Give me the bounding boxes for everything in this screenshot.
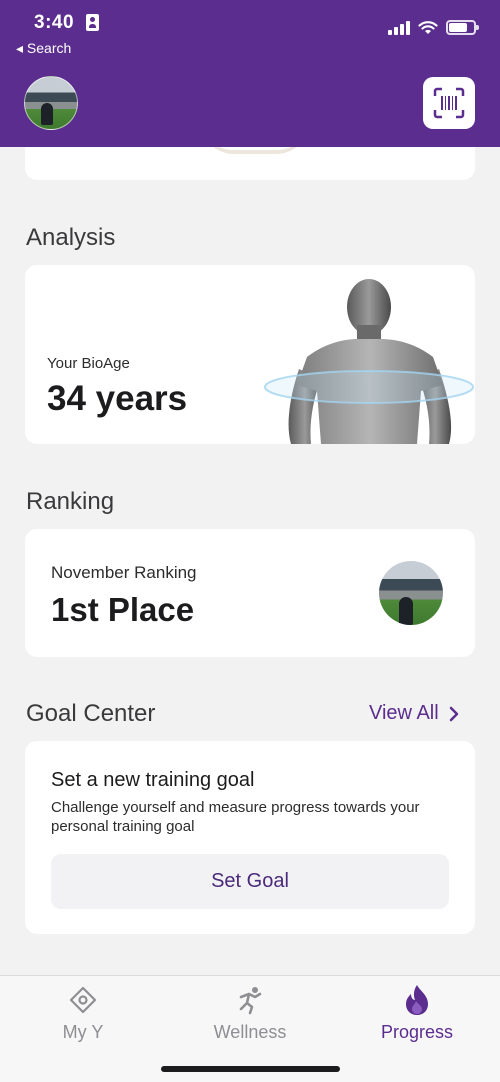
view-all-link[interactable]: View All bbox=[369, 702, 459, 725]
battery-icon bbox=[446, 20, 479, 35]
tab-progress[interactable]: Progress bbox=[334, 984, 500, 1043]
tab-wellness[interactable]: Wellness bbox=[167, 984, 333, 1043]
goal-card: Set a new training goal Challenge yourse… bbox=[25, 741, 475, 934]
runner-icon bbox=[239, 987, 262, 1015]
set-goal-button[interactable]: Set Goal bbox=[51, 854, 449, 909]
cellular-signal-icon bbox=[388, 20, 410, 35]
location-diamond-icon bbox=[69, 986, 97, 1014]
flame-icon bbox=[406, 985, 428, 1015]
goal-card-title: Set a new training goal bbox=[51, 769, 255, 791]
ranking-avatar bbox=[379, 561, 443, 625]
ranking-section-title: Ranking bbox=[26, 488, 115, 515]
analysis-section-title: Analysis bbox=[26, 224, 116, 251]
bioage-value: 34 years bbox=[47, 379, 188, 418]
view-all-label: View All bbox=[369, 702, 439, 724]
ranking-label: November Ranking bbox=[51, 563, 197, 582]
tab-my-y[interactable]: My Y bbox=[0, 984, 166, 1043]
ranking-value: 1st Place bbox=[51, 591, 195, 628]
tab-progress-label: Progress bbox=[380, 1022, 454, 1042]
status-time: 3:40 bbox=[34, 12, 75, 33]
status-indicators bbox=[388, 20, 479, 35]
back-to-search-link[interactable]: ◂ Search bbox=[16, 40, 71, 57]
contact-card-icon bbox=[86, 14, 99, 31]
body-scan-figure bbox=[264, 279, 474, 444]
scan-barcode-button[interactable] bbox=[423, 77, 475, 129]
chevron-right-icon bbox=[449, 706, 458, 721]
profile-avatar[interactable] bbox=[24, 76, 78, 130]
bioage-label: Your BioAge bbox=[47, 355, 130, 372]
home-indicator[interactable] bbox=[161, 1066, 340, 1072]
bioage-card[interactable]: Your BioAge 34 years bbox=[25, 265, 475, 444]
tab-my-y-label: My Y bbox=[62, 1022, 104, 1042]
goal-center-section-title: Goal Center bbox=[26, 700, 156, 727]
ranking-card[interactable]: November Ranking 1st Place bbox=[25, 529, 475, 657]
tab-wellness-label: Wellness bbox=[213, 1022, 287, 1042]
goal-card-description: Challenge yourself and measure progress … bbox=[51, 799, 420, 835]
barcode-scan-icon bbox=[433, 87, 465, 119]
wifi-icon bbox=[418, 20, 438, 34]
app-header: 3:40 ◂ Search bbox=[0, 0, 500, 147]
